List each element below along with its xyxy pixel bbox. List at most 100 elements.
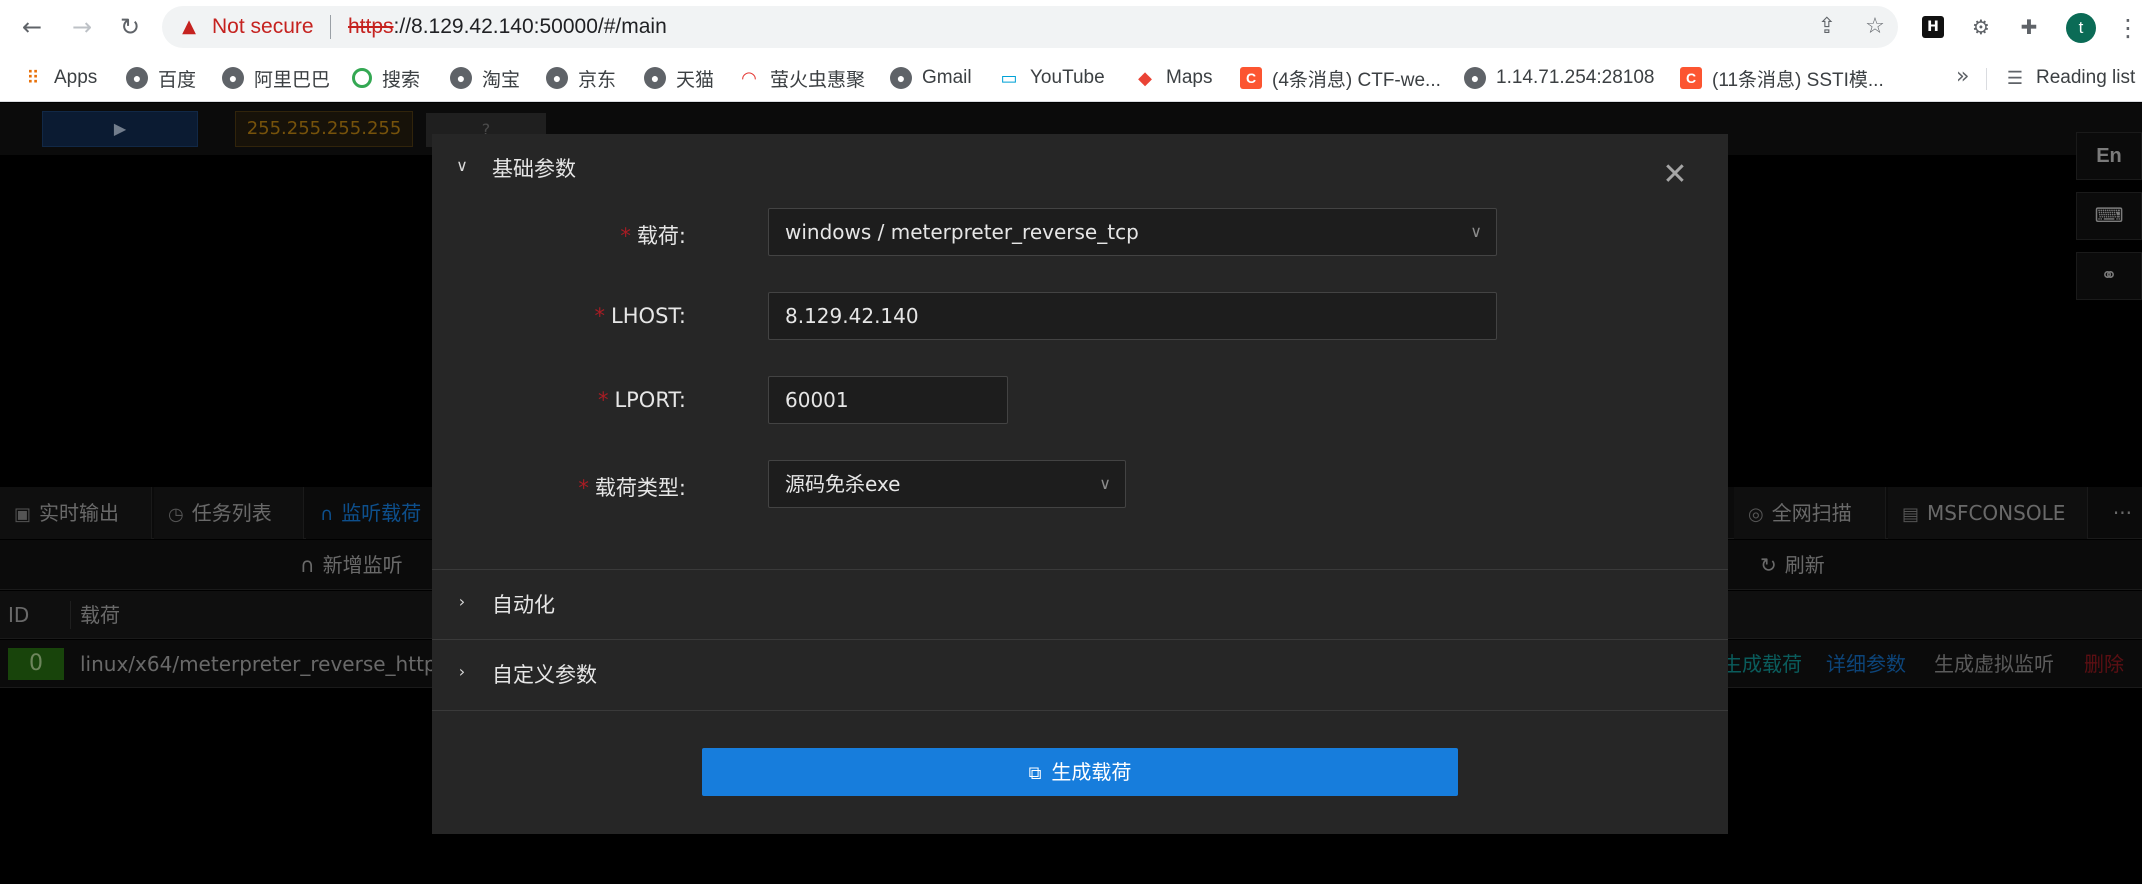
payload-label-text: 载荷: <box>636 224 686 248</box>
lport-input[interactable]: 60001 <box>768 376 1008 424</box>
payload-type-label-text: 载荷类型: <box>594 476 686 500</box>
panel-automation-header[interactable]: › 自动化 <box>432 570 1728 638</box>
bookmark-label: 天猫 <box>676 69 715 91</box>
bookmark-taobao[interactable]: ● 淘宝 <box>450 64 520 92</box>
panel-basic-header[interactable]: ∨ 基础参数 <box>432 134 1728 202</box>
generate-payload-modal: ✕ ∨ 基础参数 * 载荷: windows / meterpreter_reve… <box>432 134 1728 834</box>
reading-list-label: Reading list <box>2036 67 2136 88</box>
reading-list-icon: ☰ <box>2006 68 2024 88</box>
maps-icon: ◆ <box>1138 68 1152 88</box>
panel-automation-title: 自动化 <box>492 593 555 617</box>
bookmark-baidu[interactable]: ● 百度 <box>126 64 196 92</box>
url-scheme: https <box>348 15 394 38</box>
lport-label: * LPORT: <box>598 388 686 412</box>
bookmarks-bar: ⠿ Apps ● 百度 ● 阿里巴巴 搜索 ● 淘宝 ● 京东 ● 天猫 ◠ 萤火虫惠聚 ● G… <box>0 54 2142 102</box>
panel-custom-header[interactable]: › 自定义参数 <box>432 640 1728 708</box>
payload-type-select[interactable]: 源码免杀exe ∨ <box>768 460 1126 508</box>
chevron-down-icon: ∨ <box>1099 474 1111 493</box>
bookmark-csdn-ctf[interactable]: C (4条消息) CTF-we... <box>1240 64 1441 92</box>
warning-triangle-icon: ▲ <box>182 16 196 37</box>
url-host-path: ://8.129.42.140:50000/#/main <box>393 15 667 38</box>
panel-custom-title: 自定义参数 <box>492 663 597 687</box>
globe-icon: ● <box>450 67 472 89</box>
puzzle-extensions-icon[interactable]: ✚ <box>2016 14 2042 40</box>
lport-value: 60001 <box>785 388 849 412</box>
bookmark-firefly[interactable]: ◠ 萤火虫惠聚 <box>738 64 865 92</box>
payload-type-label: * 载荷类型: <box>578 472 686 502</box>
address-bar[interactable]: ▲ Not secure https://8.129.42.140:50000/… <box>162 6 1898 48</box>
bookmark-tmall[interactable]: ● 天猫 <box>644 64 714 92</box>
not-secure-label[interactable]: Not secure <box>212 15 314 39</box>
globe-icon: ● <box>126 67 148 89</box>
lhost-input[interactable]: 8.129.42.140 <box>768 292 1497 340</box>
lhost-label: * LHOST: <box>595 304 686 328</box>
globe-icon: ● <box>890 67 912 89</box>
chevron-right-icon: › <box>458 592 466 611</box>
search-ring-icon <box>352 68 372 88</box>
payload-label: * 载荷: <box>620 220 686 250</box>
required-marker: * <box>578 476 589 500</box>
globe-icon: ● <box>546 67 568 89</box>
globe-icon: ● <box>644 67 666 89</box>
bookmark-label: 1.14.71.254:28108 <box>1496 67 1655 88</box>
bookmark-label: 搜索 <box>382 69 421 91</box>
bookmark-apps[interactable]: ⠿ Apps <box>22 64 97 92</box>
copy-icon: ⧉ <box>1028 763 1042 784</box>
payload-type-value: 源码免杀exe <box>785 472 901 496</box>
bookmark-gmail[interactable]: ● Gmail <box>890 64 972 92</box>
chevron-down-icon: ∨ <box>456 156 468 175</box>
h-extension-icon[interactable]: H <box>1922 16 1944 38</box>
bookmark-alibaba[interactable]: ● 阿里巴巴 <box>222 64 330 92</box>
bookmark-search[interactable]: 搜索 <box>352 64 420 92</box>
bookmarks-overflow-button[interactable]: » <box>1956 64 1969 89</box>
bookmark-label: Gmail <box>922 67 972 88</box>
firefly-icon: ◠ <box>741 68 757 88</box>
lport-label-text: LPORT: <box>614 388 686 412</box>
reload-icon[interactable]: ↻ <box>114 11 146 43</box>
bookmark-label: Apps <box>54 67 98 88</box>
bookmark-csdn-ssti[interactable]: C (11条消息) SSTI模... <box>1680 64 1884 92</box>
bookmark-label: 百度 <box>158 69 197 91</box>
bookmark-label: 萤火虫惠聚 <box>770 69 866 91</box>
url-text[interactable]: https://8.129.42.140:50000/#/main <box>348 15 667 39</box>
bookmark-label: 京东 <box>578 69 617 91</box>
globe-icon: ● <box>1464 67 1486 89</box>
payload-value: windows / meterpreter_reverse_tcp <box>785 220 1139 244</box>
bookmark-label: 阿里巴巴 <box>254 69 331 91</box>
payload-select[interactable]: windows / meterpreter_reverse_tcp ∨ <box>768 208 1497 256</box>
apps-grid-icon: ⠿ <box>26 68 40 88</box>
gear-extension-icon[interactable]: ⚙ <box>1968 14 1994 40</box>
share-icon[interactable]: ⇪ <box>1814 14 1840 40</box>
profile-avatar[interactable]: t <box>2066 13 2096 43</box>
bookmark-star-icon[interactable]: ☆ <box>1862 14 1888 40</box>
bookmark-label: 淘宝 <box>482 69 521 91</box>
bookmark-ip[interactable]: ● 1.14.71.254:28108 <box>1464 64 1655 92</box>
browser-toolbar: ← → ↻ ▲ Not secure https://8.129.42.140:… <box>0 0 2142 54</box>
globe-icon: ● <box>222 67 244 89</box>
lhost-label-text: LHOST: <box>611 304 686 328</box>
bookmark-youtube[interactable]: ▭ YouTube <box>998 64 1105 92</box>
reading-list-button[interactable]: ☰ Reading list <box>2004 64 2135 92</box>
back-arrow-icon[interactable]: ← <box>16 11 48 43</box>
browser-menu-icon[interactable]: ⋮ <box>2116 13 2140 43</box>
bookmark-jd[interactable]: ● 京东 <box>546 64 616 92</box>
csdn-icon: C <box>1240 67 1262 89</box>
panel-divider <box>432 710 1728 711</box>
address-separator <box>330 15 331 39</box>
bookmark-label: YouTube <box>1030 67 1105 88</box>
bookmark-label: Maps <box>1166 67 1213 88</box>
required-marker: * <box>620 224 631 248</box>
bookmark-maps[interactable]: ◆ Maps <box>1134 64 1212 92</box>
forward-arrow-icon[interactable]: → <box>66 11 98 43</box>
tv-icon: ▭ <box>1000 68 1018 88</box>
bookmark-label: (4条消息) CTF-we... <box>1272 69 1441 91</box>
lhost-value: 8.129.42.140 <box>785 304 919 328</box>
csdn-icon: C <box>1680 67 1702 89</box>
generate-payload-button[interactable]: ⧉ 生成载荷 <box>702 748 1458 796</box>
required-marker: * <box>594 304 606 328</box>
chevron-right-icon: › <box>458 662 466 681</box>
chevron-down-icon: ∨ <box>1470 222 1482 241</box>
bookmark-label: (11条消息) SSTI模... <box>1712 69 1884 91</box>
panel-basic-title: 基础参数 <box>492 157 576 181</box>
bookmarks-separator <box>1986 68 1987 90</box>
